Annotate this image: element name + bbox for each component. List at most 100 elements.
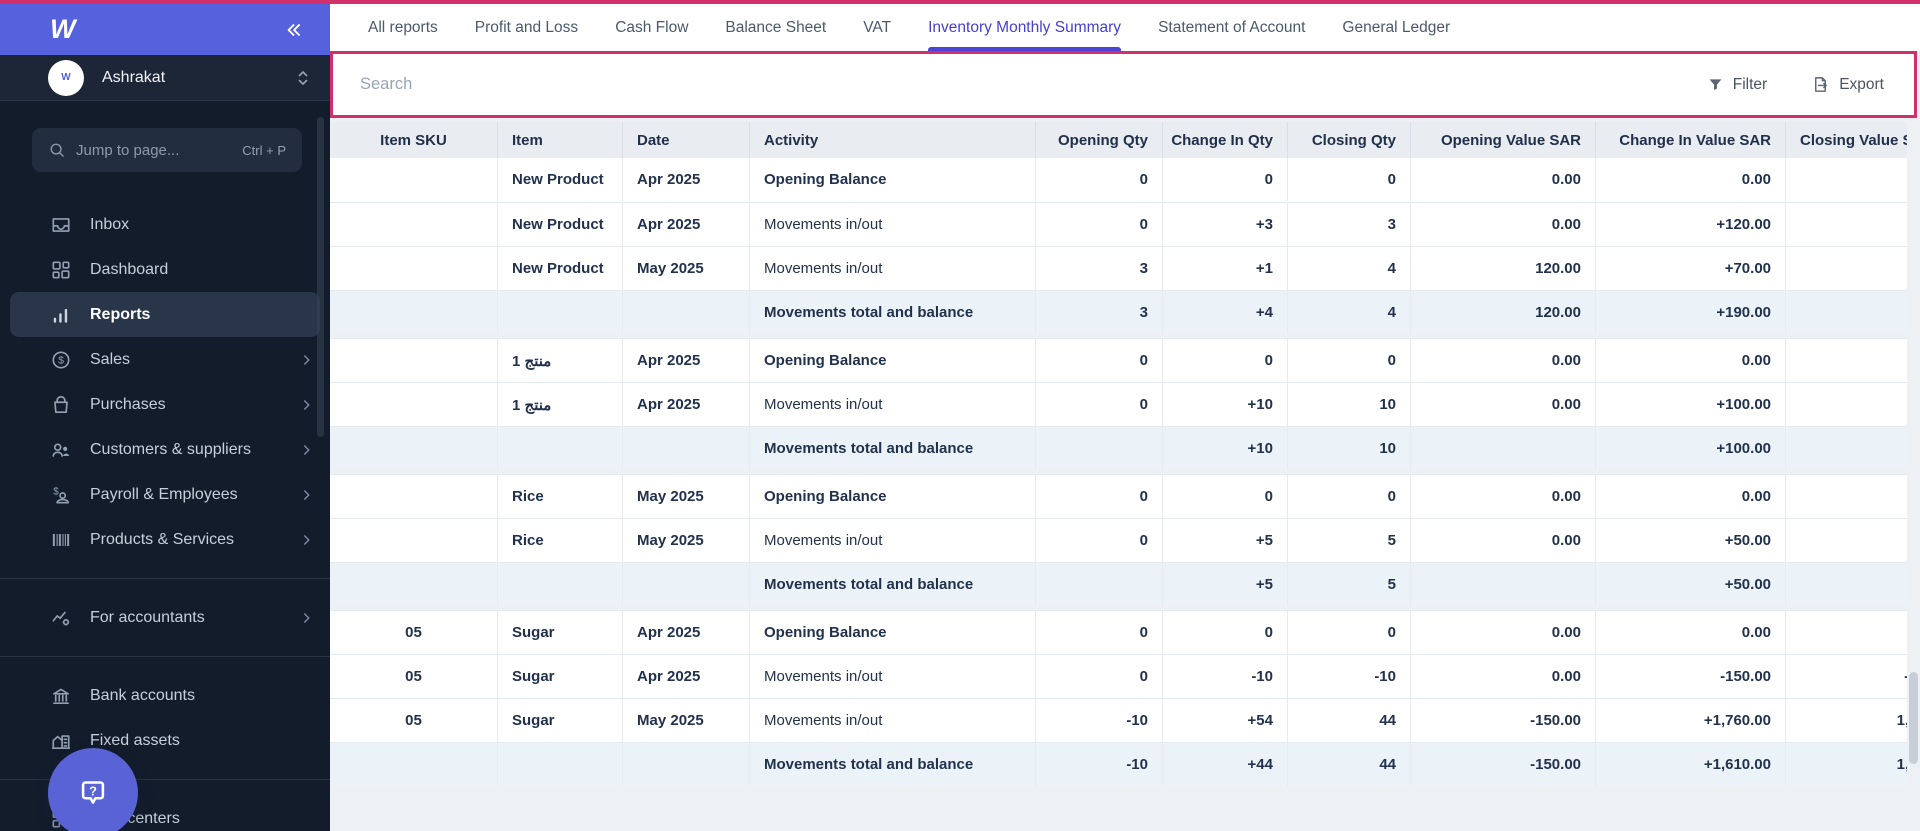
cell-activity: Opening Balance — [750, 158, 1036, 201]
cell-item-sku — [330, 339, 498, 382]
cell-change-in-value-sar: +1,610.00 — [1596, 743, 1786, 786]
sidebar-item-label: For accountants — [90, 609, 298, 627]
customers-icon — [50, 439, 72, 461]
tab-vat[interactable]: VAT — [863, 4, 891, 51]
tab-general-ledger[interactable]: General Ledger — [1342, 4, 1450, 51]
cell-change-in-qty: +4 — [1163, 291, 1288, 334]
cell-change-in-value-sar: -150.00 — [1596, 655, 1786, 698]
cell-closing-qty: 4 — [1288, 291, 1411, 334]
products-icon — [50, 529, 72, 551]
cell-activity: Opening Balance — [750, 339, 1036, 382]
cell-closing-value-sar: 1,610.00 — [1786, 743, 1920, 786]
annotation-top-bar — [0, 0, 1920, 4]
sidebar: W W Ashrakat Jump to page... Ctrl + P In… — [0, 4, 330, 831]
cell-date: May 2025 — [623, 519, 750, 562]
search-input[interactable] — [333, 75, 1707, 94]
sidebar-item-inbox[interactable]: Inbox — [0, 202, 330, 247]
cell-opening-qty — [1036, 563, 1163, 606]
main-scrollbar-thumb[interactable] — [1909, 672, 1918, 764]
svg-text:$: $ — [53, 486, 59, 497]
sidebar-item-for-accountants[interactable]: For accountants — [0, 595, 330, 640]
help-button[interactable]: ? — [48, 748, 138, 831]
table-row: RiceMay 2025Movements in/out0+550.00+50.… — [330, 518, 1920, 562]
tab-balance-sheet[interactable]: Balance Sheet — [725, 4, 826, 51]
cell-item — [498, 427, 623, 470]
cell-closing-value-sar: -150.00 — [1786, 655, 1920, 698]
cell-date — [623, 743, 750, 786]
cell-date — [623, 291, 750, 334]
cell-item — [498, 291, 623, 334]
cell-opening-value-sar: 0.00 — [1411, 519, 1596, 562]
sidebar-collapse-button[interactable] — [278, 15, 308, 45]
export-icon — [1811, 75, 1830, 94]
cell-item-sku — [330, 158, 498, 201]
cell-change-in-value-sar: +70.00 — [1596, 247, 1786, 290]
sidebar-item-payroll-employees[interactable]: $ Payroll & Employees — [0, 472, 330, 517]
cell-change-in-qty: 0 — [1163, 611, 1288, 654]
filter-button[interactable]: Filter — [1707, 76, 1767, 94]
cell-activity: Movements total and balance — [750, 563, 1036, 606]
cell-item-sku: 05 — [330, 699, 498, 742]
sidebar-item-purchases[interactable]: Purchases — [0, 382, 330, 427]
cell-opening-qty: 3 — [1036, 247, 1163, 290]
cell-date: May 2025 — [623, 699, 750, 742]
cell-activity: Movements total and balance — [750, 427, 1036, 470]
table-row: New ProductApr 2025Opening Balance0000.0… — [330, 158, 1920, 202]
sidebar-item-reports[interactable]: Reports — [10, 292, 320, 337]
cell-item: Rice — [498, 475, 623, 518]
help-bubble-icon: ? — [75, 775, 111, 811]
cell-change-in-qty: +1 — [1163, 247, 1288, 290]
cell-closing-qty: 5 — [1288, 563, 1411, 606]
sidebar-scrollbar[interactable] — [317, 117, 324, 437]
wafeq-logo: W — [50, 14, 74, 45]
cell-item: منتج 1 — [498, 383, 623, 426]
cell-closing-value-sar — [1786, 247, 1920, 290]
cell-activity: Movements in/out — [750, 203, 1036, 246]
dashboard-icon — [50, 259, 72, 281]
sidebar-item-sales[interactable]: $Sales — [0, 337, 330, 382]
organization-switcher[interactable]: W Ashrakat — [0, 55, 330, 101]
cell-opening-value-sar: 0.00 — [1411, 339, 1596, 382]
sidebar-item-fixed-assets[interactable]: Fixed assets — [0, 718, 330, 763]
cell-change-in-value-sar: +50.00 — [1596, 563, 1786, 606]
sidebar-divider — [0, 578, 330, 579]
tab-statement-of-account[interactable]: Statement of Account — [1158, 4, 1305, 51]
sidebar-header: W — [0, 4, 330, 55]
cell-item-sku — [330, 203, 498, 246]
sidebar-item-products-services[interactable]: Products & Services — [0, 517, 330, 562]
cell-closing-qty: 0 — [1288, 158, 1411, 201]
main-scrollbar[interactable] — [1907, 122, 1920, 831]
accountants-icon — [50, 607, 72, 629]
export-button[interactable]: Export — [1811, 75, 1884, 94]
cell-item: منتج 1 — [498, 339, 623, 382]
tab-all-reports[interactable]: All reports — [368, 4, 438, 51]
chevron-right-icon — [298, 486, 316, 504]
cell-change-in-qty: +10 — [1163, 427, 1288, 470]
sales-icon: $ — [50, 349, 72, 371]
sidebar-item-label: Products & Services — [90, 531, 298, 549]
inbox-icon — [50, 214, 72, 236]
cell-opening-qty: 0 — [1036, 475, 1163, 518]
cell-closing-qty: 0 — [1288, 475, 1411, 518]
cell-item: Rice — [498, 519, 623, 562]
cell-closing-value-sar — [1786, 203, 1920, 246]
cell-item-sku — [330, 247, 498, 290]
cell-opening-qty: 0 — [1036, 383, 1163, 426]
cell-opening-qty: 0 — [1036, 203, 1163, 246]
sidebar-item-bank-accounts[interactable]: Bank accounts — [0, 673, 330, 718]
cell-change-in-value-sar: +1,760.00 — [1596, 699, 1786, 742]
cell-opening-value-sar: 0.00 — [1411, 655, 1596, 698]
sidebar-item-customers-suppliers[interactable]: Customers & suppliers — [0, 427, 330, 472]
cell-closing-qty: 10 — [1288, 427, 1411, 470]
tab-profit-and-loss[interactable]: Profit and Loss — [475, 4, 578, 51]
sidebar-item-label: Payroll & Employees — [90, 486, 298, 504]
sidebar-item-dashboard[interactable]: Dashboard — [0, 247, 330, 292]
cell-opening-value-sar — [1411, 427, 1596, 470]
payroll-icon: $ — [50, 484, 72, 506]
cell-opening-qty: 0 — [1036, 655, 1163, 698]
sidebar-item-label: Customers & suppliers — [90, 441, 298, 459]
cell-change-in-qty: +44 — [1163, 743, 1288, 786]
tab-cash-flow[interactable]: Cash Flow — [615, 4, 688, 51]
tab-inventory-monthly-summary[interactable]: Inventory Monthly Summary — [928, 4, 1121, 51]
jump-to-page-search[interactable]: Jump to page... Ctrl + P — [32, 128, 302, 172]
